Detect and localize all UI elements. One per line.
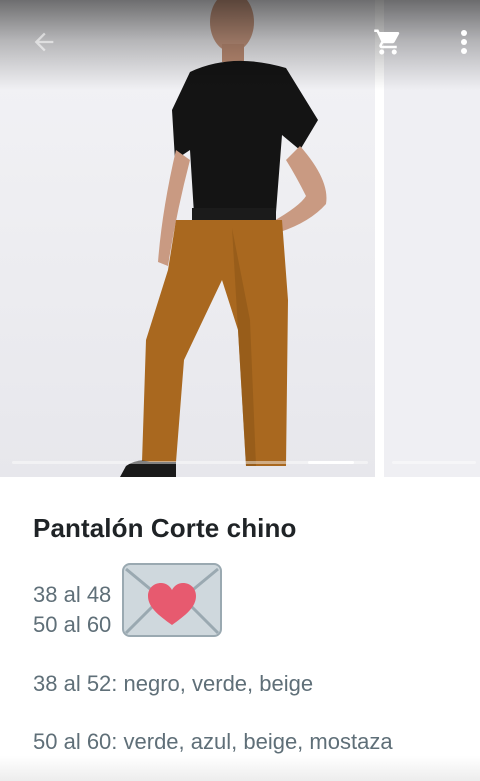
more-vert-icon	[461, 30, 467, 54]
size-range-2: 50 al 60	[33, 612, 112, 637]
shopping-cart-icon	[374, 29, 400, 55]
colors-line-1: 38 al 52: negro, verde, beige	[33, 671, 314, 696]
product-title: Pantalón Corte chino	[33, 513, 297, 543]
bottom-scroll-fade	[0, 756, 480, 781]
overflow-menu-button[interactable]	[450, 22, 478, 62]
gallery-pager-track-next	[392, 461, 476, 464]
gallery-pager-indicator	[308, 461, 354, 464]
arrow-left-icon	[34, 32, 54, 52]
product-image-gallery[interactable]	[0, 0, 480, 477]
colors-line-2: 50 al 60: verde, azul, beige, mostaza	[33, 729, 393, 754]
cart-button[interactable]	[368, 22, 408, 62]
toolbar-scrim	[0, 0, 480, 90]
love-letter-icon	[122, 563, 222, 637]
size-range-1: 38 al 48	[33, 582, 112, 607]
back-button[interactable]	[26, 24, 62, 60]
